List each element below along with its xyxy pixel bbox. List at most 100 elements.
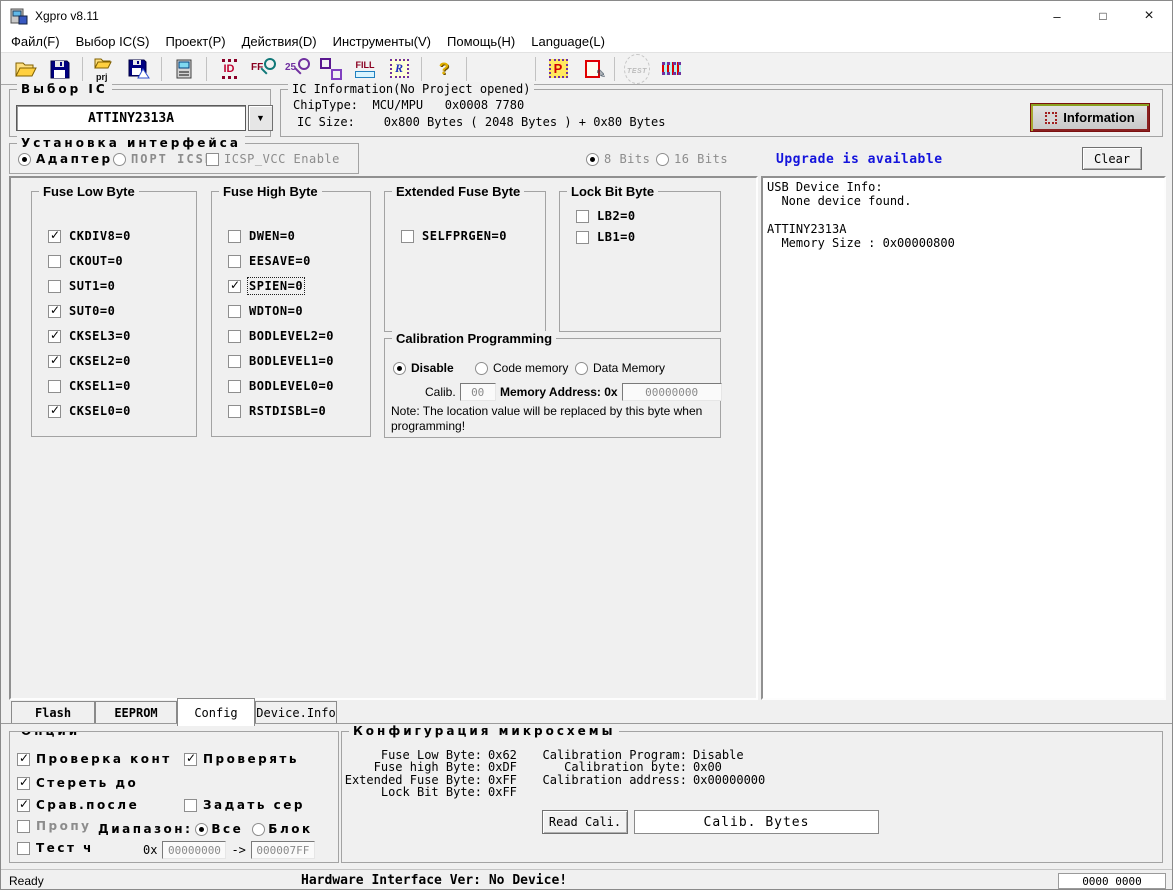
log-panel: USB Device Info: None device found. ATTI… bbox=[761, 176, 1166, 700]
data-memory-label: Data Memory bbox=[593, 361, 665, 375]
chip-pins-icon[interactable] bbox=[656, 55, 686, 83]
erase-label: Стереть до bbox=[36, 776, 138, 790]
fuse-low-title: Fuse Low Byte bbox=[39, 184, 139, 199]
menu-select-ic[interactable]: Выбор IC(S) bbox=[68, 34, 158, 49]
id-label: ID bbox=[222, 59, 237, 79]
ic-combo-dropdown-icon[interactable] bbox=[248, 105, 273, 131]
open-project-icon[interactable]: prj bbox=[90, 55, 120, 83]
device-icon[interactable] bbox=[169, 55, 199, 83]
skip-checkbox bbox=[17, 820, 30, 833]
bits16-label: 16 Bits bbox=[674, 152, 728, 166]
calibration-note-line2: programming! bbox=[391, 419, 465, 433]
information-button[interactable]: Information bbox=[1030, 103, 1150, 132]
fuse-checkbox[interactable] bbox=[228, 405, 241, 418]
chip-id-icon[interactable]: ID bbox=[214, 55, 244, 83]
adapter-radio[interactable] bbox=[18, 153, 31, 166]
range-block-radio[interactable] bbox=[252, 823, 265, 836]
fuse-checkbox[interactable] bbox=[228, 230, 241, 243]
lock-bit-group: Lock Bit Byte LB2=0 LB1=0 bbox=[559, 191, 721, 332]
test-label: TEST bbox=[627, 68, 647, 75]
save-icon[interactable] bbox=[45, 55, 75, 83]
fuse-checkbox[interactable] bbox=[228, 330, 241, 343]
chip-config-group: Конфигурация микросхемы Fuse Low Byte:0x… bbox=[341, 731, 1163, 863]
ic-select-group: Выбор IC ATTINY2313A bbox=[9, 89, 271, 137]
calibration-title: Calibration Programming bbox=[392, 331, 556, 346]
options-title: Опции bbox=[17, 731, 84, 738]
verify-checkbox[interactable] bbox=[184, 753, 197, 766]
swap-buffer-icon[interactable] bbox=[316, 55, 346, 83]
read-chip-icon[interactable]: R bbox=[384, 55, 414, 83]
toolbar: prj ID FF 25 FILL R bbox=[1, 52, 1172, 85]
calibration-data-radio[interactable] bbox=[575, 362, 588, 375]
cfg-label: Calibration address: bbox=[472, 773, 687, 787]
clear-button[interactable]: Clear bbox=[1082, 147, 1142, 170]
fuse-checkbox[interactable] bbox=[228, 355, 241, 368]
menu-help[interactable]: Помощь(H) bbox=[439, 34, 523, 49]
calib-bytes-button[interactable]: Calib. Bytes bbox=[634, 810, 879, 834]
check-id-checkbox[interactable] bbox=[17, 753, 30, 766]
fuse-checkbox[interactable] bbox=[228, 305, 241, 318]
menu-project[interactable]: Проект(P) bbox=[157, 34, 233, 49]
fuse-checkbox[interactable] bbox=[48, 380, 61, 393]
log-line: None device found. bbox=[767, 194, 1160, 208]
serial-label: Задать сер bbox=[203, 798, 305, 812]
bits8-radio bbox=[586, 153, 599, 166]
tab-config[interactable]: Config bbox=[177, 698, 255, 726]
erase-checkbox[interactable] bbox=[17, 777, 30, 790]
status-bar: Ready Hardware Interface Ver: No Device!… bbox=[1, 869, 1172, 890]
fuse-checkbox[interactable] bbox=[48, 255, 61, 268]
tab-flash[interactable]: Flash bbox=[11, 701, 95, 723]
adapter-label: Адаптер bbox=[36, 152, 113, 166]
calibration-code-radio[interactable] bbox=[475, 362, 488, 375]
fuse-checkbox[interactable] bbox=[228, 255, 241, 268]
log-line: ATTINY2313A bbox=[767, 222, 1160, 236]
log-line bbox=[767, 208, 1160, 222]
calibration-note-line1: Note: The location value will be replace… bbox=[391, 404, 702, 418]
help-icon[interactable]: ? bbox=[429, 55, 459, 83]
edit-buffer-icon[interactable]: ✎ bbox=[577, 55, 607, 83]
fuse-checkbox[interactable] bbox=[228, 280, 241, 293]
calibration-disable-radio[interactable] bbox=[393, 362, 406, 375]
fuse-checkbox[interactable] bbox=[228, 380, 241, 393]
tab-eeprom[interactable]: EEPROM bbox=[95, 701, 177, 723]
find-25-icon[interactable]: 25 bbox=[282, 55, 312, 83]
upgrade-text: Upgrade is available bbox=[776, 152, 943, 167]
lock-bit-checkbox[interactable] bbox=[576, 231, 589, 244]
compare-checkbox[interactable] bbox=[17, 799, 30, 812]
fuse-checkbox[interactable] bbox=[48, 405, 61, 418]
serial-checkbox[interactable] bbox=[184, 799, 197, 812]
fuse-checkbox[interactable] bbox=[48, 230, 61, 243]
menu-actions[interactable]: Действия(D) bbox=[234, 34, 325, 49]
find-ff-icon[interactable]: FF bbox=[248, 55, 278, 83]
status-hardware: Hardware Interface Ver: No Device! bbox=[301, 873, 567, 888]
cfg-value: 0x00000000 bbox=[693, 773, 765, 787]
fuse-checkbox[interactable] bbox=[48, 305, 61, 318]
fuse-checkbox[interactable] bbox=[48, 280, 61, 293]
menu-file[interactable]: Файл(F) bbox=[3, 34, 68, 49]
ic-select-title: Выбор IC bbox=[17, 82, 112, 96]
minimize-button[interactable] bbox=[1034, 1, 1080, 31]
fuse-checkbox[interactable] bbox=[48, 330, 61, 343]
fill-icon[interactable]: FILL bbox=[350, 55, 380, 83]
interface-setup-group: Установка интерфейса Адаптер ПОРТ ICSP I… bbox=[9, 143, 359, 174]
range-all-radio[interactable] bbox=[195, 823, 208, 836]
fuse-checkbox[interactable] bbox=[48, 355, 61, 368]
maximize-button[interactable] bbox=[1080, 1, 1126, 31]
program-chip-icon[interactable]: P bbox=[543, 55, 573, 83]
range-to-input: 000007FF bbox=[251, 841, 315, 859]
read-cali-button[interactable]: Read Cali. bbox=[542, 810, 628, 834]
tab-device-info[interactable]: Device.Info bbox=[255, 701, 337, 723]
icsp-vcc-checkbox bbox=[206, 153, 219, 166]
disable-label: Disable bbox=[411, 361, 454, 375]
ic-combo[interactable]: ATTINY2313A bbox=[16, 105, 246, 131]
fuse-checkbox[interactable] bbox=[401, 230, 414, 243]
lock-bit-checkbox[interactable] bbox=[576, 210, 589, 223]
test-checkbox[interactable] bbox=[17, 842, 30, 855]
menu-language[interactable]: Language(L) bbox=[523, 34, 613, 49]
bits8-label: 8 Bits bbox=[604, 152, 650, 166]
close-button[interactable] bbox=[1126, 1, 1172, 31]
open-icon[interactable] bbox=[11, 55, 41, 83]
save-project-icon[interactable] bbox=[124, 55, 154, 83]
prj-label: prj bbox=[96, 72, 108, 82]
menu-tools[interactable]: Инструменты(V) bbox=[325, 34, 439, 49]
